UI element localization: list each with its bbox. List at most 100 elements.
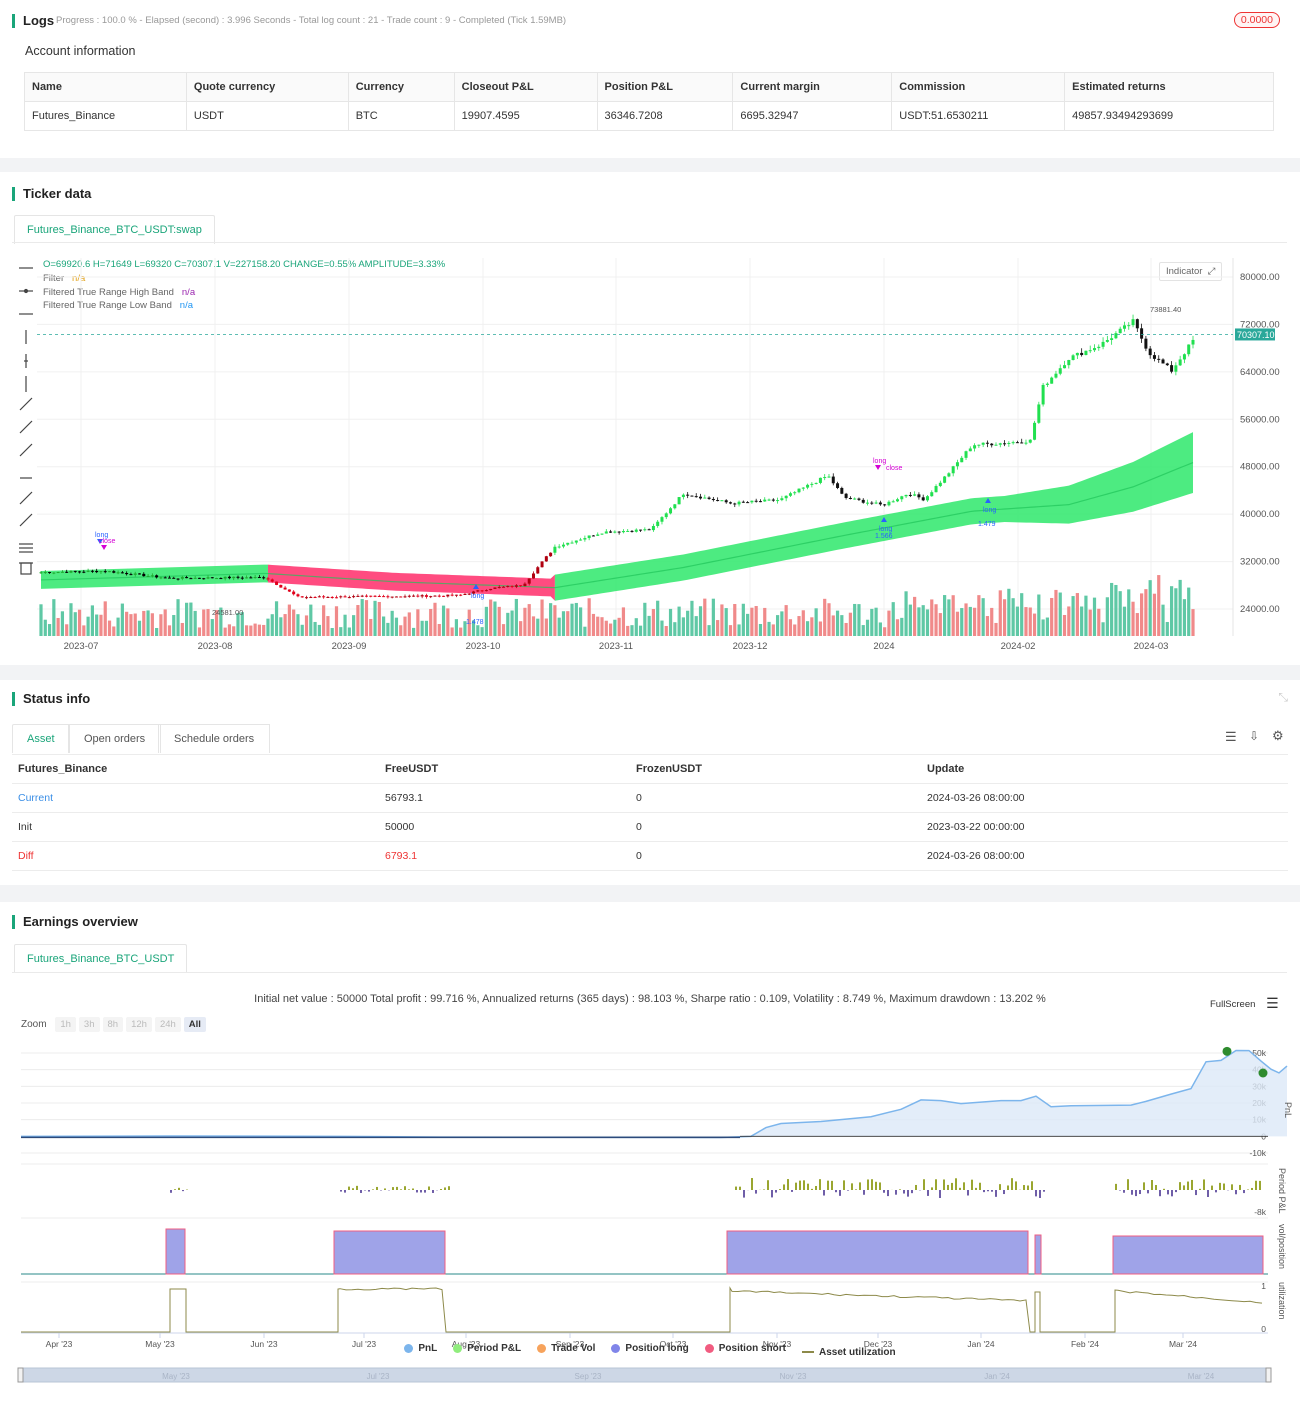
candle-body <box>296 594 300 597</box>
period-pnl-bar <box>440 1188 442 1190</box>
volume-bar <box>232 626 236 636</box>
volume-bar <box>441 605 446 636</box>
candle-body <box>1011 442 1015 444</box>
volume-bar <box>399 625 403 636</box>
period-pnl-bar <box>943 1179 945 1190</box>
pnl-area <box>21 1050 1287 1138</box>
volume-bar <box>891 602 895 636</box>
volume-bar <box>943 595 947 636</box>
settings-gear-icon[interactable]: ⚙ <box>1272 728 1284 744</box>
volume-bar <box>1131 601 1135 636</box>
period-pnl-bar <box>811 1188 813 1190</box>
account-cell: 6695.32947 <box>732 101 893 131</box>
period-pnl-bar <box>1131 1190 1133 1195</box>
period-pnl-bar <box>178 1187 180 1190</box>
list-view-icon[interactable]: ☰ <box>1225 729 1237 745</box>
earnings-legend: PnL Period P&L Trade Vol Position long Posit… <box>0 1342 1300 1358</box>
period-pnl-bar <box>983 1190 985 1193</box>
volume-bar <box>630 625 634 636</box>
volume-bar <box>835 610 840 636</box>
earnings-chart[interactable]: 50k40k30k20k10k0-10kPnL-8kPeriod P&Lvol/… <box>0 902 1300 1404</box>
volume-bar <box>746 613 750 636</box>
candle-body <box>857 498 861 500</box>
period-pnl-bar <box>1163 1188 1165 1190</box>
status-panel: Status info ⤡ Asset Open orders Schedule… <box>0 680 1300 885</box>
candle-body <box>1122 325 1126 329</box>
tab-schedule-orders[interactable]: Schedule orders <box>158 724 271 753</box>
date-tick-label: 2023-12 <box>733 641 768 652</box>
candle-body <box>793 492 797 494</box>
volume-bar <box>574 602 578 636</box>
candle-body <box>1037 404 1041 423</box>
period-pnl-bar <box>1195 1190 1197 1196</box>
period-pnl-bar <box>1023 1185 1025 1190</box>
status-cell: 6793.1 <box>379 841 630 871</box>
volume-bar <box>313 621 317 636</box>
volume-bar <box>1148 580 1152 636</box>
candle-body <box>155 575 159 578</box>
candle-body <box>326 596 330 598</box>
period-pnl-bar <box>903 1190 905 1194</box>
period-pnl-bar <box>1159 1190 1161 1197</box>
period-pnl-bar <box>1219 1182 1221 1190</box>
period-pnl-bar <box>875 1181 877 1190</box>
candle-body <box>947 473 951 477</box>
date-tick-label: 2023-11 <box>599 641 633 652</box>
legend-item[interactable]: PnL <box>404 1343 437 1354</box>
candle-body <box>733 503 737 505</box>
volume-bar <box>356 605 360 636</box>
period-pnl-bar <box>1147 1190 1149 1194</box>
volume-bar <box>707 625 711 636</box>
candle-body <box>215 578 219 580</box>
tab-open-orders[interactable]: Open orders <box>68 724 162 753</box>
candle-body <box>446 594 450 597</box>
candle-body <box>656 521 660 526</box>
candle-body <box>245 577 249 579</box>
candlestick-chart[interactable]: 80000.0072000.0064000.0056000.0048000.00… <box>0 172 1300 665</box>
volume-bar <box>523 607 527 636</box>
collapse-icon[interactable]: ⤡ <box>1278 690 1288 705</box>
candle-body <box>459 594 463 596</box>
volume-bar <box>668 608 673 636</box>
legend-item[interactable]: Position long <box>611 1343 689 1354</box>
candle-body <box>964 451 968 458</box>
volume-bar <box>172 615 176 636</box>
candle-body <box>1110 338 1114 341</box>
volume-bar <box>433 602 437 636</box>
candle-body <box>1080 352 1084 356</box>
candle-body <box>283 587 287 590</box>
volume-bar <box>810 617 814 636</box>
period-pnl-bar <box>839 1190 841 1196</box>
candle-body <box>1174 365 1178 372</box>
volume-bar <box>913 596 917 636</box>
account-cell: USDT <box>185 101 349 131</box>
candle-body <box>120 572 124 574</box>
cloud-download-icon[interactable]: ⇩ <box>1249 729 1259 743</box>
candle-body <box>442 595 446 597</box>
volume-bar <box>617 617 621 636</box>
volume-bar <box>262 624 266 636</box>
volume-bar <box>613 619 617 636</box>
legend-marker <box>801 1351 814 1353</box>
status-header-cell: Futures_Binance <box>12 754 379 784</box>
logs-badge[interactable]: 0.0000 <box>1233 12 1280 28</box>
legend-item[interactable]: Period P&L <box>453 1343 521 1354</box>
legend-item[interactable]: Position short <box>704 1343 786 1354</box>
candle-body <box>763 499 767 502</box>
volume-bar <box>266 618 270 636</box>
legend-item[interactable]: Trade Vol <box>537 1343 595 1354</box>
candle-body <box>382 596 386 598</box>
legend-label: PnL <box>418 1343 438 1354</box>
period-pnl-bar <box>991 1190 993 1192</box>
candle-body <box>994 444 998 446</box>
period-pnl-bar <box>995 1190 997 1197</box>
candle-body <box>210 577 214 579</box>
legend-label: Position long <box>625 1343 689 1354</box>
legend-item[interactable]: Asset utilization <box>801 1347 896 1358</box>
candle-body <box>1020 442 1024 444</box>
candle-body <box>1050 377 1054 384</box>
candle-body <box>728 502 732 504</box>
candle-body <box>1118 328 1122 334</box>
volume-bar <box>557 617 561 636</box>
tab-asset[interactable]: Asset <box>12 724 70 753</box>
